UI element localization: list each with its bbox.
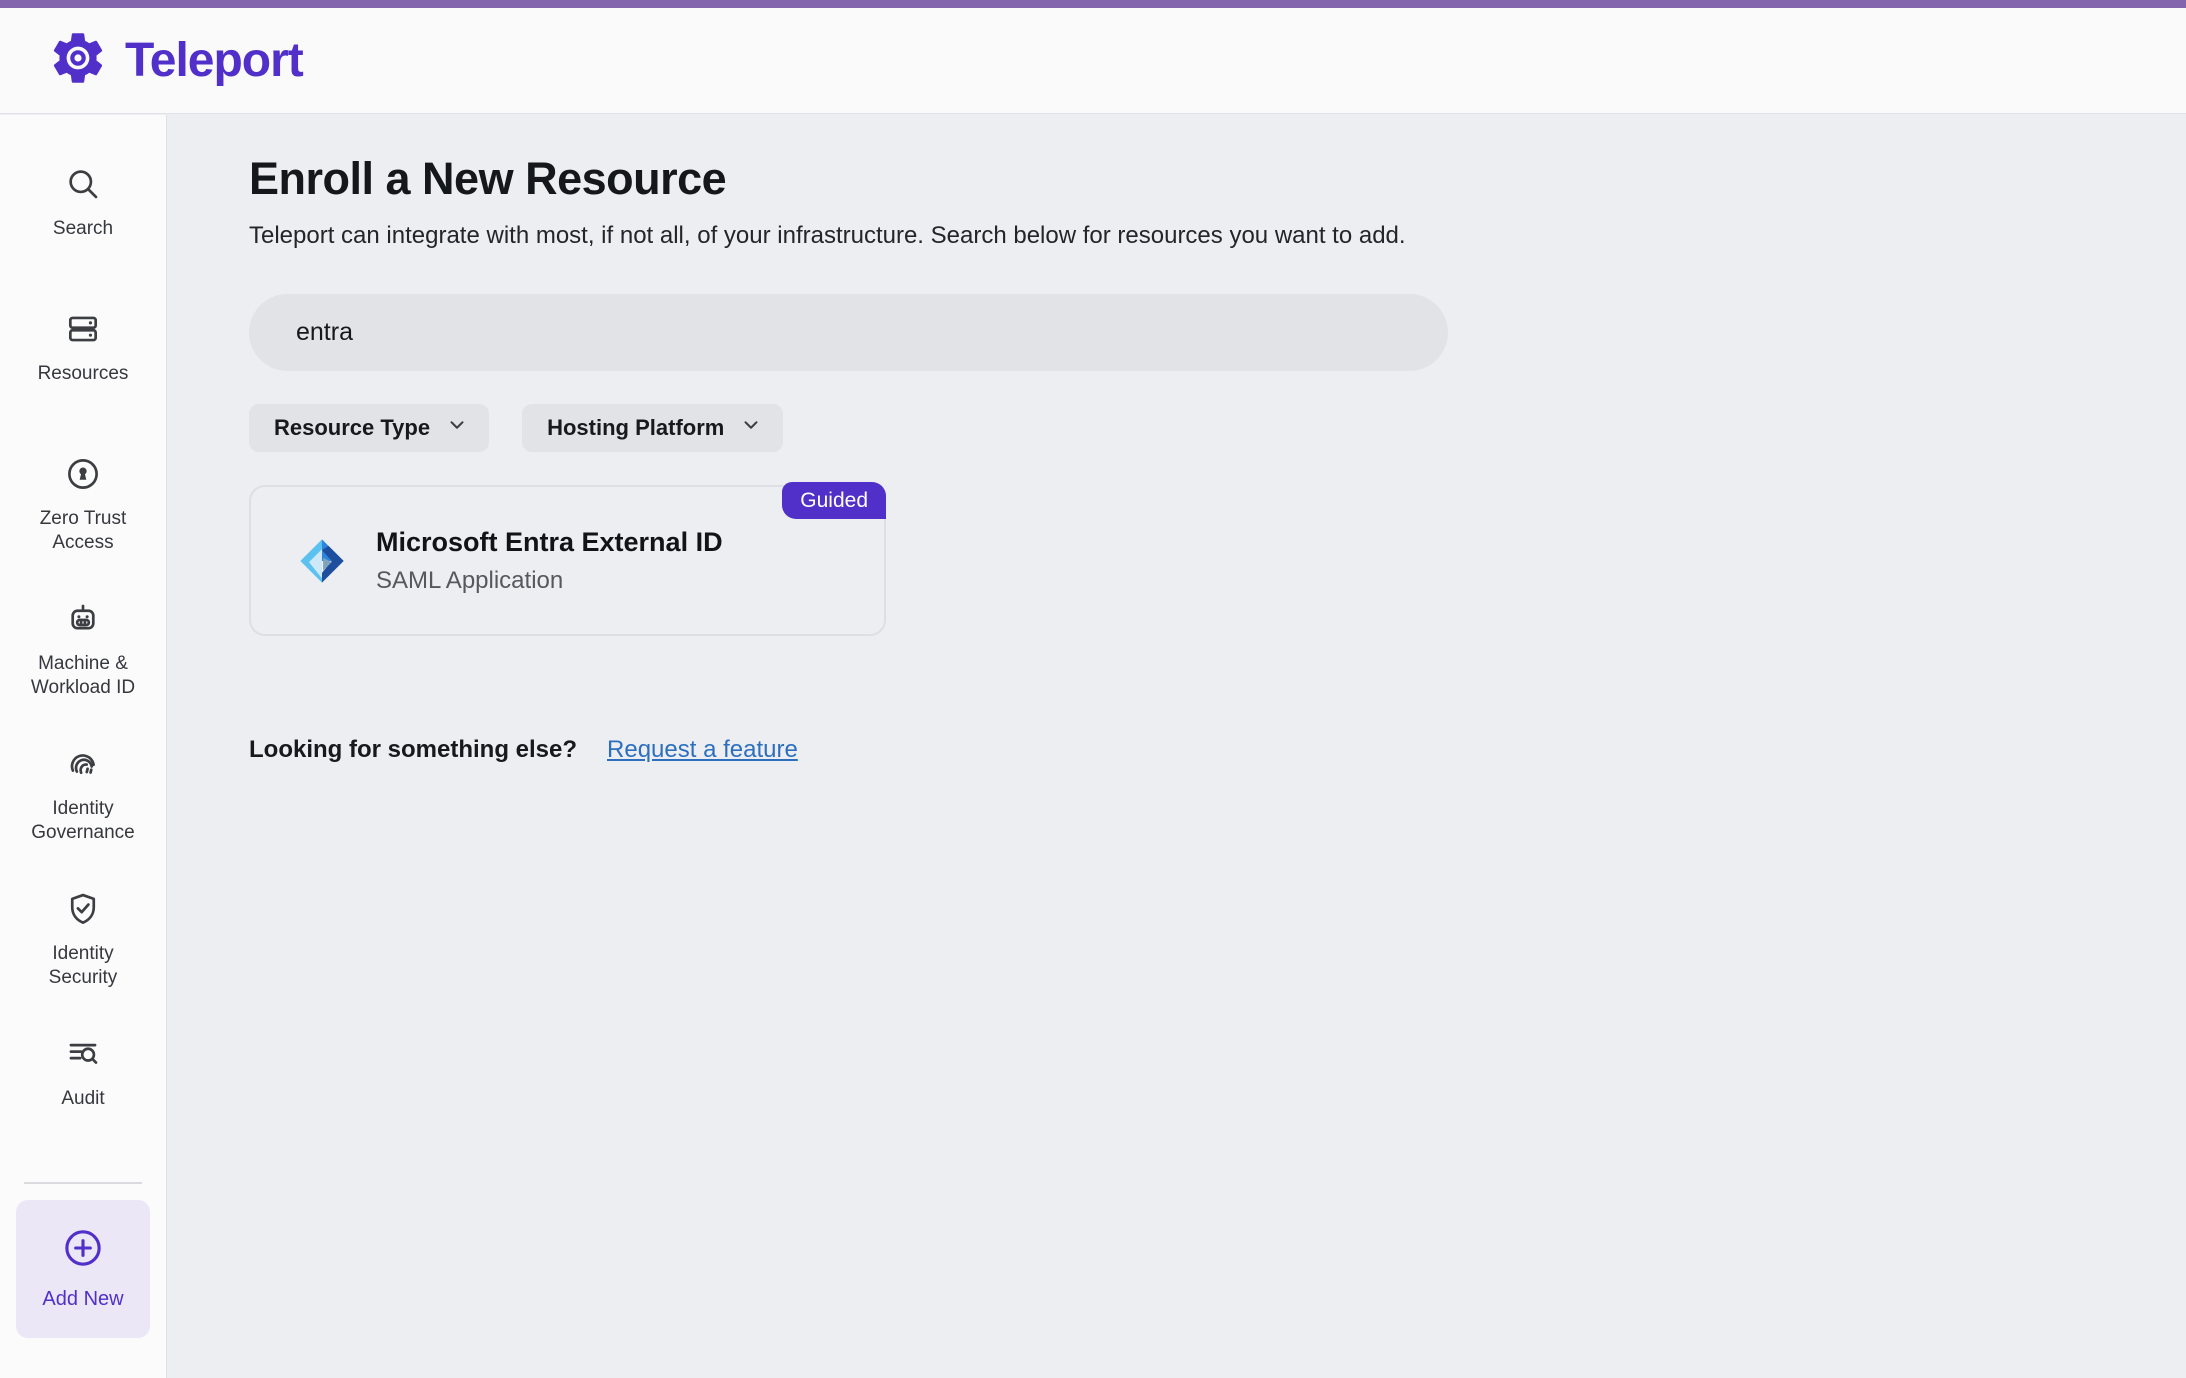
app-header: Teleport [0, 8, 2186, 114]
chevron-down-icon [740, 414, 762, 442]
sidebar-item-resources[interactable]: Resources [0, 310, 166, 455]
keyhole-icon [64, 455, 102, 498]
sidebar-nav: Search Resources Zero Trust Access [0, 115, 167, 1378]
filter-row: Resource Type Hosting Platform [249, 404, 2126, 452]
add-new-label: Add New [42, 1287, 123, 1312]
sidebar-item-identity-security[interactable]: Identity Security [0, 890, 166, 1035]
chevron-down-icon [446, 414, 468, 442]
servers-icon [64, 310, 102, 353]
sidebar-item-identity-governance[interactable]: Identity Governance [0, 745, 166, 890]
sidebar-item-label: Identity Security [17, 942, 149, 990]
resource-card-subtitle: SAML Application [376, 567, 723, 595]
sidebar-item-audit[interactable]: Audit [0, 1035, 166, 1180]
resource-search-input[interactable] [296, 318, 1401, 347]
sidebar-item-label: Audit [17, 1087, 149, 1111]
robot-icon [64, 600, 102, 643]
list-search-icon [64, 1035, 102, 1078]
sidebar-item-zero-trust-access[interactable]: Zero Trust Access [0, 455, 166, 600]
resource-type-filter-button[interactable]: Resource Type [249, 404, 489, 452]
shield-check-icon [64, 890, 102, 933]
resource-card-title: Microsoft Entra External ID [376, 527, 723, 558]
search-icon [64, 165, 102, 208]
sidebar-item-search[interactable]: Search [0, 165, 166, 310]
sidebar-item-machine-workload-id[interactable]: Machine & Workload ID [0, 600, 166, 745]
resource-search-pill [249, 294, 1448, 371]
sidebar-item-label: Search [17, 217, 149, 241]
page-title: Enroll a New Resource [249, 153, 2126, 205]
fingerprint-icon [64, 745, 102, 788]
microsoft-entra-icon [296, 535, 348, 587]
sidebar-item-label: Identity Governance [17, 797, 149, 845]
sidebar-item-label: Zero Trust Access [17, 507, 149, 555]
brand-wordmark: Teleport [125, 33, 303, 88]
teleport-gear-icon [47, 27, 109, 94]
guided-badge: Guided [782, 482, 886, 519]
resource-card-microsoft-entra-external-id[interactable]: Guided Microsoft Entra External ID SAML … [249, 485, 886, 636]
resource-type-filter-label: Resource Type [274, 415, 430, 441]
resource-card-text: Microsoft Entra External ID SAML Applica… [376, 527, 723, 595]
feature-request-row: Looking for something else? Request a fe… [249, 736, 2126, 764]
sidebar-divider [24, 1182, 142, 1184]
hosting-platform-filter-button[interactable]: Hosting Platform [522, 404, 783, 452]
add-new-button[interactable]: Add New [16, 1200, 150, 1338]
request-a-feature-link[interactable]: Request a feature [607, 736, 798, 764]
sidebar-item-label: Resources [17, 362, 149, 386]
main-content: Enroll a New Resource Teleport can integ… [168, 115, 2186, 1378]
top-accent-strip [0, 0, 2186, 8]
sidebar-item-label: Machine & Workload ID [17, 652, 149, 700]
page-subtitle: Teleport can integrate with most, if not… [249, 222, 2126, 250]
teleport-logo[interactable]: Teleport [47, 27, 303, 94]
footer-question: Looking for something else? [249, 736, 577, 764]
hosting-platform-filter-label: Hosting Platform [547, 415, 724, 441]
plus-circle-icon [61, 1226, 105, 1275]
